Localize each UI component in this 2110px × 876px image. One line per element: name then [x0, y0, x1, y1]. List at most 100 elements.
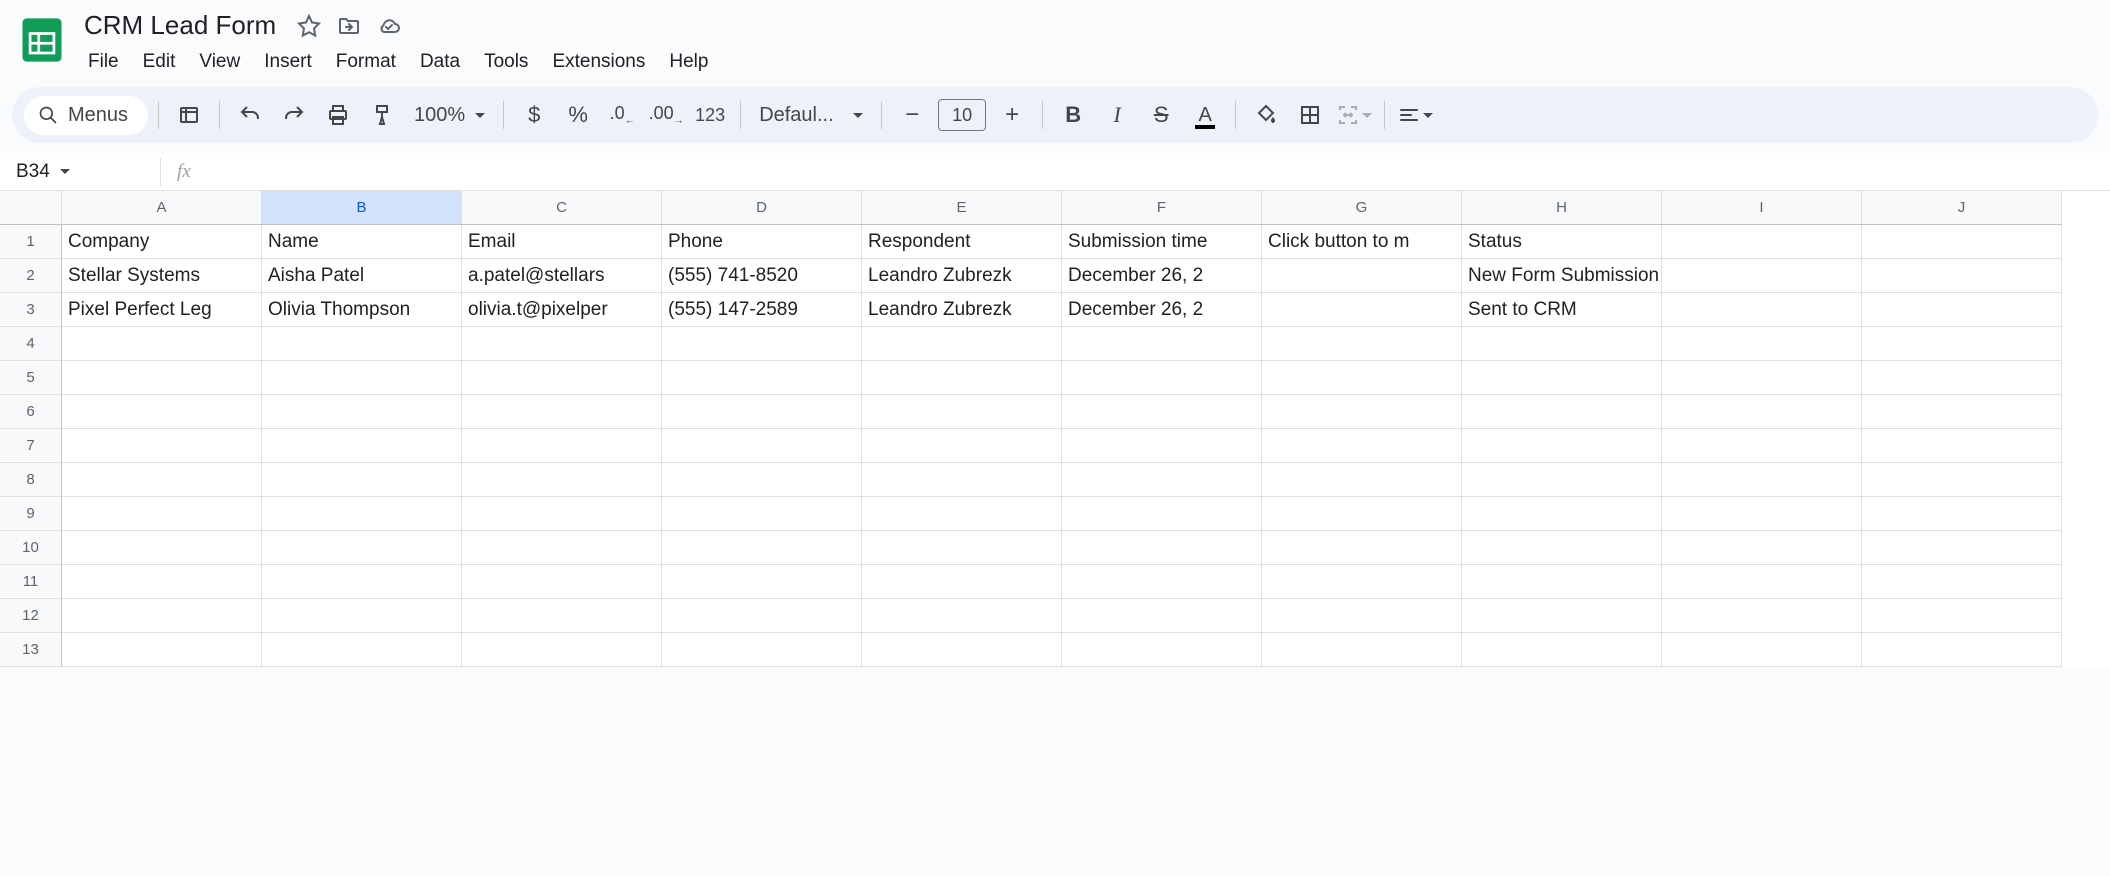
- decrease-decimal-icon[interactable]: .0←: [602, 95, 642, 135]
- cell-G1[interactable]: Click button to m: [1262, 225, 1462, 259]
- cell-D2[interactable]: (555) 741-8520: [662, 259, 862, 293]
- cell-A11[interactable]: [62, 565, 262, 599]
- cloud-saved-icon[interactable]: [376, 13, 402, 39]
- cell-J8[interactable]: [1862, 463, 2062, 497]
- cell-D3[interactable]: (555) 147-2589: [662, 293, 862, 327]
- select-all-corner[interactable]: [0, 191, 62, 225]
- bold-icon[interactable]: B: [1053, 95, 1093, 135]
- cell-D4[interactable]: [662, 327, 862, 361]
- cell-A6[interactable]: [62, 395, 262, 429]
- cell-J9[interactable]: [1862, 497, 2062, 531]
- cell-G11[interactable]: [1262, 565, 1462, 599]
- row-header-13[interactable]: 13: [0, 633, 62, 667]
- row-header-4[interactable]: 4: [0, 327, 62, 361]
- cell-I11[interactable]: [1662, 565, 1862, 599]
- cell-G10[interactable]: [1262, 531, 1462, 565]
- row-header-8[interactable]: 8: [0, 463, 62, 497]
- cell-H4[interactable]: [1462, 327, 1662, 361]
- cell-B9[interactable]: [262, 497, 462, 531]
- menu-insert[interactable]: Insert: [254, 47, 322, 77]
- col-header-C[interactable]: C: [462, 191, 662, 225]
- col-header-F[interactable]: F: [1062, 191, 1262, 225]
- cell-B12[interactable]: [262, 599, 462, 633]
- cell-J13[interactable]: [1862, 633, 2062, 667]
- cell-I2[interactable]: [1662, 259, 1862, 293]
- cell-I6[interactable]: [1662, 395, 1862, 429]
- cell-I3[interactable]: [1662, 293, 1862, 327]
- currency-icon[interactable]: $: [514, 95, 554, 135]
- cell-E11[interactable]: [862, 565, 1062, 599]
- fill-color-icon[interactable]: [1246, 95, 1286, 135]
- col-header-A[interactable]: A: [62, 191, 262, 225]
- cell-D10[interactable]: [662, 531, 862, 565]
- cell-H1[interactable]: Status: [1462, 225, 1662, 259]
- print-icon[interactable]: [318, 95, 358, 135]
- cell-E9[interactable]: [862, 497, 1062, 531]
- italic-icon[interactable]: I: [1097, 95, 1137, 135]
- cell-G3[interactable]: [1262, 293, 1462, 327]
- filter-views-icon[interactable]: [169, 95, 209, 135]
- cell-E7[interactable]: [862, 429, 1062, 463]
- cell-E4[interactable]: [862, 327, 1062, 361]
- decrease-font-size-icon[interactable]: −: [892, 95, 932, 135]
- cell-E13[interactable]: [862, 633, 1062, 667]
- borders-icon[interactable]: [1290, 95, 1330, 135]
- cell-I1[interactable]: [1662, 225, 1862, 259]
- cell-C7[interactable]: [462, 429, 662, 463]
- cell-E12[interactable]: [862, 599, 1062, 633]
- cell-F13[interactable]: [1062, 633, 1262, 667]
- cell-G6[interactable]: [1262, 395, 1462, 429]
- row-header-10[interactable]: 10: [0, 531, 62, 565]
- formula-input[interactable]: [207, 161, 2110, 183]
- cell-H3[interactable]: Sent to CRM: [1462, 293, 1662, 327]
- cell-B6[interactable]: [262, 395, 462, 429]
- font-size-input[interactable]: [938, 99, 986, 131]
- cell-J6[interactable]: [1862, 395, 2062, 429]
- cell-F6[interactable]: [1062, 395, 1262, 429]
- cell-J3[interactable]: [1862, 293, 2062, 327]
- cell-J4[interactable]: [1862, 327, 2062, 361]
- cell-B7[interactable]: [262, 429, 462, 463]
- horizontal-align-icon[interactable]: [1395, 95, 1435, 135]
- row-header-1[interactable]: 1: [0, 225, 62, 259]
- paint-format-icon[interactable]: [362, 95, 402, 135]
- cell-D9[interactable]: [662, 497, 862, 531]
- cell-B13[interactable]: [262, 633, 462, 667]
- increase-font-size-icon[interactable]: +: [992, 95, 1032, 135]
- cell-F3[interactable]: December 26, 2: [1062, 293, 1262, 327]
- cell-A9[interactable]: [62, 497, 262, 531]
- cell-H5[interactable]: [1462, 361, 1662, 395]
- cell-C6[interactable]: [462, 395, 662, 429]
- cell-J12[interactable]: [1862, 599, 2062, 633]
- cell-B3[interactable]: Olivia Thompson: [262, 293, 462, 327]
- doc-title[interactable]: CRM Lead Form: [78, 8, 282, 43]
- cell-F1[interactable]: Submission time: [1062, 225, 1262, 259]
- menu-extensions[interactable]: Extensions: [542, 47, 655, 77]
- cell-C12[interactable]: [462, 599, 662, 633]
- cell-B11[interactable]: [262, 565, 462, 599]
- cell-H6[interactable]: [1462, 395, 1662, 429]
- row-header-9[interactable]: 9: [0, 497, 62, 531]
- cell-B2[interactable]: Aisha Patel: [262, 259, 462, 293]
- cell-J1[interactable]: [1862, 225, 2062, 259]
- strikethrough-icon[interactable]: S: [1141, 95, 1181, 135]
- cell-A10[interactable]: [62, 531, 262, 565]
- cell-I9[interactable]: [1662, 497, 1862, 531]
- cell-A8[interactable]: [62, 463, 262, 497]
- merge-cells-icon[interactable]: [1334, 95, 1374, 135]
- cell-C5[interactable]: [462, 361, 662, 395]
- row-header-3[interactable]: 3: [0, 293, 62, 327]
- redo-icon[interactable]: [274, 95, 314, 135]
- star-icon[interactable]: [296, 13, 322, 39]
- col-header-J[interactable]: J: [1862, 191, 2062, 225]
- cell-F2[interactable]: December 26, 2: [1062, 259, 1262, 293]
- percent-icon[interactable]: %: [558, 95, 598, 135]
- cell-D1[interactable]: Phone: [662, 225, 862, 259]
- cell-C11[interactable]: [462, 565, 662, 599]
- col-header-B[interactable]: B: [262, 191, 462, 225]
- cell-F10[interactable]: [1062, 531, 1262, 565]
- cell-F12[interactable]: [1062, 599, 1262, 633]
- cell-A12[interactable]: [62, 599, 262, 633]
- cell-A2[interactable]: Stellar Systems: [62, 259, 262, 293]
- cell-H12[interactable]: [1462, 599, 1662, 633]
